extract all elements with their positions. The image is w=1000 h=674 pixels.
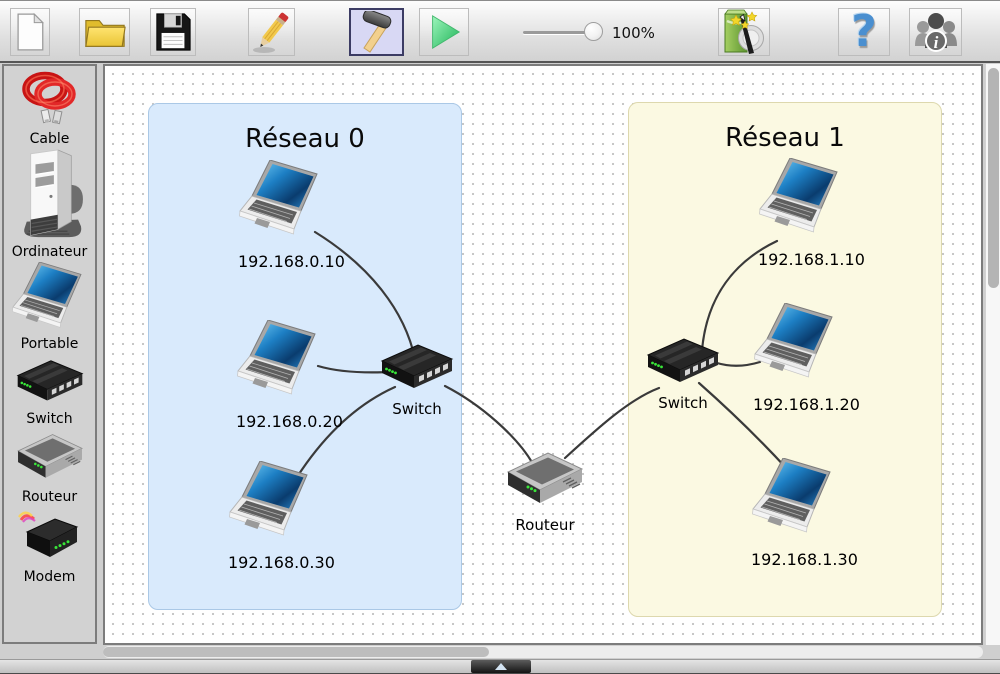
host-laptop[interactable]: 192.168.1.20 [753, 303, 841, 414]
host-laptop[interactable]: 192.168.1.10 [758, 158, 846, 269]
host-ip-label: 192.168.0.20 [236, 412, 324, 431]
router-icon [12, 430, 88, 484]
laptop-icon [228, 461, 316, 539]
horizontal-scrollbar-thumb[interactable] [103, 647, 489, 657]
zoom-slider-thumb[interactable] [584, 22, 603, 41]
help-button[interactable]: ? [838, 8, 890, 56]
modem-icon [17, 508, 83, 564]
palette-item-cable[interactable]: Cable [4, 68, 95, 147]
network-simulator-window: 100% ? [0, 0, 1000, 674]
host-laptop[interactable]: 192.168.1.30 [751, 458, 839, 569]
palette-item-label: Routeur [4, 489, 95, 505]
switch-label: Switch [377, 400, 457, 418]
toolbar: 100% ? [0, 0, 1000, 63]
expand-up-arrow-icon [495, 663, 507, 670]
component-palette: Cable Ordinateur Portable Switch Routeur… [2, 64, 97, 644]
hammer-icon [356, 11, 398, 53]
palette-item-label: Switch [4, 411, 95, 427]
host-ip-label: 192.168.0.30 [228, 553, 316, 572]
switch-reseau0[interactable]: Switch [377, 342, 457, 418]
about-button[interactable]: i [909, 8, 962, 56]
play-icon [425, 13, 463, 51]
save-button[interactable] [150, 8, 196, 56]
zoom-level-label: 100% [612, 24, 655, 42]
palette-item-modem[interactable]: Modem [4, 508, 95, 585]
host-ip-label: 192.168.1.20 [753, 395, 841, 414]
palette-item-label: Modem [4, 569, 95, 585]
palette-item-ordinateur[interactable]: Ordinateur [4, 146, 95, 260]
palette-item-portable[interactable]: Portable [4, 262, 95, 352]
magic-wizard-icon [722, 9, 766, 55]
network-canvas[interactable]: Réseau 0 Réseau 1 192.168.0.10 192. [103, 64, 983, 645]
palette-item-label: Ordinateur [4, 244, 95, 260]
laptop-icon [753, 303, 841, 381]
new-file-button[interactable] [10, 8, 50, 56]
vertical-scrollbar-thumb[interactable] [988, 68, 999, 288]
open-folder-icon [83, 13, 127, 51]
edit-pencil-button[interactable] [248, 8, 295, 56]
wizard-button[interactable] [718, 8, 770, 56]
about-people-icon: i [913, 10, 959, 54]
horizontal-scrollbar[interactable] [103, 646, 983, 658]
host-laptop[interactable]: 192.168.0.20 [236, 320, 324, 431]
save-floppy-icon [153, 11, 193, 53]
network-switch-icon [643, 336, 723, 388]
laptop-icon [758, 158, 846, 236]
help-question-icon: ? [851, 10, 877, 54]
laptop-icon [751, 458, 839, 536]
switch-reseau1[interactable]: Switch [643, 336, 723, 412]
palette-item-routeur[interactable]: Routeur [4, 430, 95, 505]
laptop-icon [236, 320, 324, 398]
router-icon [501, 448, 589, 510]
host-ip-label: 192.168.0.10 [238, 252, 326, 271]
svg-text:i: i [933, 33, 938, 52]
laptop-icon [238, 160, 326, 238]
host-ip-label: 192.168.1.30 [751, 550, 839, 569]
router-device[interactable]: Routeur [501, 448, 589, 534]
router-label: Routeur [501, 516, 589, 534]
network-switch-icon [13, 358, 87, 406]
laptop-icon [11, 262, 89, 331]
red-cable-coil-icon [19, 68, 81, 126]
desktop-tower-icon [15, 146, 85, 239]
open-folder-button[interactable] [79, 8, 130, 56]
pencil-icon [251, 10, 293, 54]
palette-item-label: Cable [4, 131, 95, 147]
build-hammer-button[interactable] [349, 8, 404, 56]
palette-item-switch[interactable]: Switch [4, 358, 95, 427]
zoom-slider-track[interactable] [523, 31, 593, 34]
run-play-button[interactable] [419, 8, 469, 56]
host-laptop[interactable]: 192.168.0.10 [238, 160, 326, 271]
host-ip-label: 192.168.1.10 [758, 250, 846, 269]
vertical-scrollbar[interactable] [985, 64, 1000, 645]
bottom-panel-expander-button[interactable] [471, 660, 531, 673]
host-laptop[interactable]: 192.168.0.30 [228, 461, 316, 572]
switch-label: Switch [643, 394, 723, 412]
network-switch-icon [377, 342, 457, 394]
palette-item-label: Portable [4, 336, 95, 352]
new-file-icon [13, 11, 47, 53]
